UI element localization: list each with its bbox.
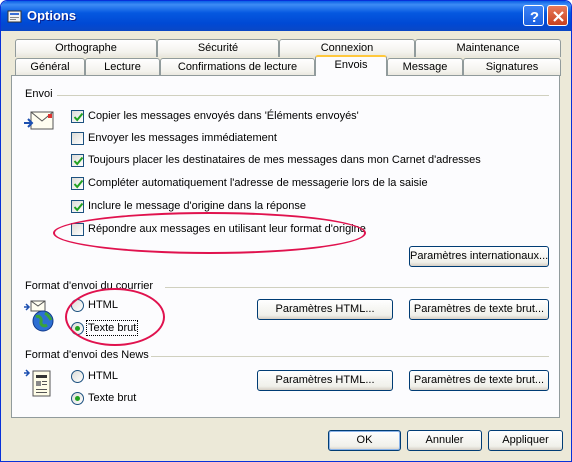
label-copier-envoyes[interactable]: Copier les messages envoyés dans 'Élémen… [88,110,359,122]
radio-news-texte-brut[interactable] [71,392,84,405]
tab-label: Envois [334,59,368,71]
separator [57,95,549,96]
radio-news-html[interactable] [71,370,84,383]
ok-button[interactable]: OK [328,430,401,451]
checkbox-envoyer-immediatement[interactable] [71,132,84,145]
tab-label: Sécurité [197,42,239,54]
help-button[interactable]: ? [523,5,544,26]
news-document-icon [24,369,51,397]
tab-label: Connexion [320,42,374,54]
checkbox-completer-auto[interactable] [71,177,84,190]
title-bar[interactable]: Options ? [1,1,571,31]
label-news-html[interactable]: HTML [88,370,118,382]
mail-html-settings-button[interactable]: Paramètres HTML... [257,299,393,320]
label-completer-auto[interactable]: Compléter automatiquement l'adresse de m… [88,177,428,189]
news-html-settings-button[interactable]: Paramètres HTML... [257,370,393,391]
tab-envois[interactable]: Envois [315,55,387,76]
options-icon [7,10,22,23]
separator [151,356,549,357]
section-label-news-format: Format d'envoi des News [25,349,149,361]
tab-label: Maintenance [456,42,520,54]
globe-mail-icon [24,300,54,332]
help-icon: ? [530,9,539,26]
tab-label: Lecture [104,61,141,73]
tab-signatures[interactable]: Signatures [463,58,561,76]
outbox-envelope-icon [24,111,54,130]
mail-text-settings-button[interactable]: Paramètres de texte brut... [409,299,549,320]
checkbox-inclure-origine[interactable] [71,200,84,213]
checkmark-icon [73,179,84,189]
apply-button[interactable]: Appliquer [488,430,563,451]
tab-label: Signatures [485,61,539,73]
checkbox-carnet-adresses[interactable] [71,154,84,167]
options-dialog: Options ? Orthographe Sécurité Connexion… [0,0,572,462]
tab-general[interactable]: Général [15,58,85,76]
window-title: Options [27,8,77,23]
close-icon [553,11,564,22]
tab-label: Confirmations de lecture [177,61,298,73]
news-text-settings-button[interactable]: Paramètres de texte brut... [409,370,549,391]
tab-label: Général [30,61,70,73]
intl-settings-button[interactable]: Paramètres internationaux... [409,246,549,267]
tab-message[interactable]: Message [387,58,463,76]
cancel-button[interactable]: Annuler [407,430,482,451]
close-button[interactable] [547,5,568,26]
radio-dot [75,396,80,401]
tab-maintenance[interactable]: Maintenance [415,39,561,57]
tab-label: Orthographe [55,42,117,54]
separator [165,287,549,288]
highlight-oval-repondre [53,212,366,254]
checkmark-icon [73,112,84,122]
tab-orthographe[interactable]: Orthographe [15,39,157,57]
tab-confirmations[interactable]: Confirmations de lecture [160,58,315,76]
tab-label: Message [402,61,448,73]
svg-text:?: ? [530,9,539,26]
label-envoyer-immediatement[interactable]: Envoyer les messages immédiatement [88,132,277,144]
label-carnet-adresses[interactable]: Toujours placer les destinataires de mes… [88,154,481,166]
checkmark-icon [73,156,84,166]
section-label-envoi: Envoi [25,88,53,100]
label-inclure-origine[interactable]: Inclure le message d'origine dans la rép… [88,200,306,212]
highlight-oval-format [65,288,165,346]
checkbox-copier-envoyes[interactable] [71,110,84,123]
checkmark-icon [73,202,84,212]
label-news-texte-brut[interactable]: Texte brut [88,392,136,404]
tab-lecture[interactable]: Lecture [85,58,160,76]
tab-securite[interactable]: Sécurité [157,39,279,57]
